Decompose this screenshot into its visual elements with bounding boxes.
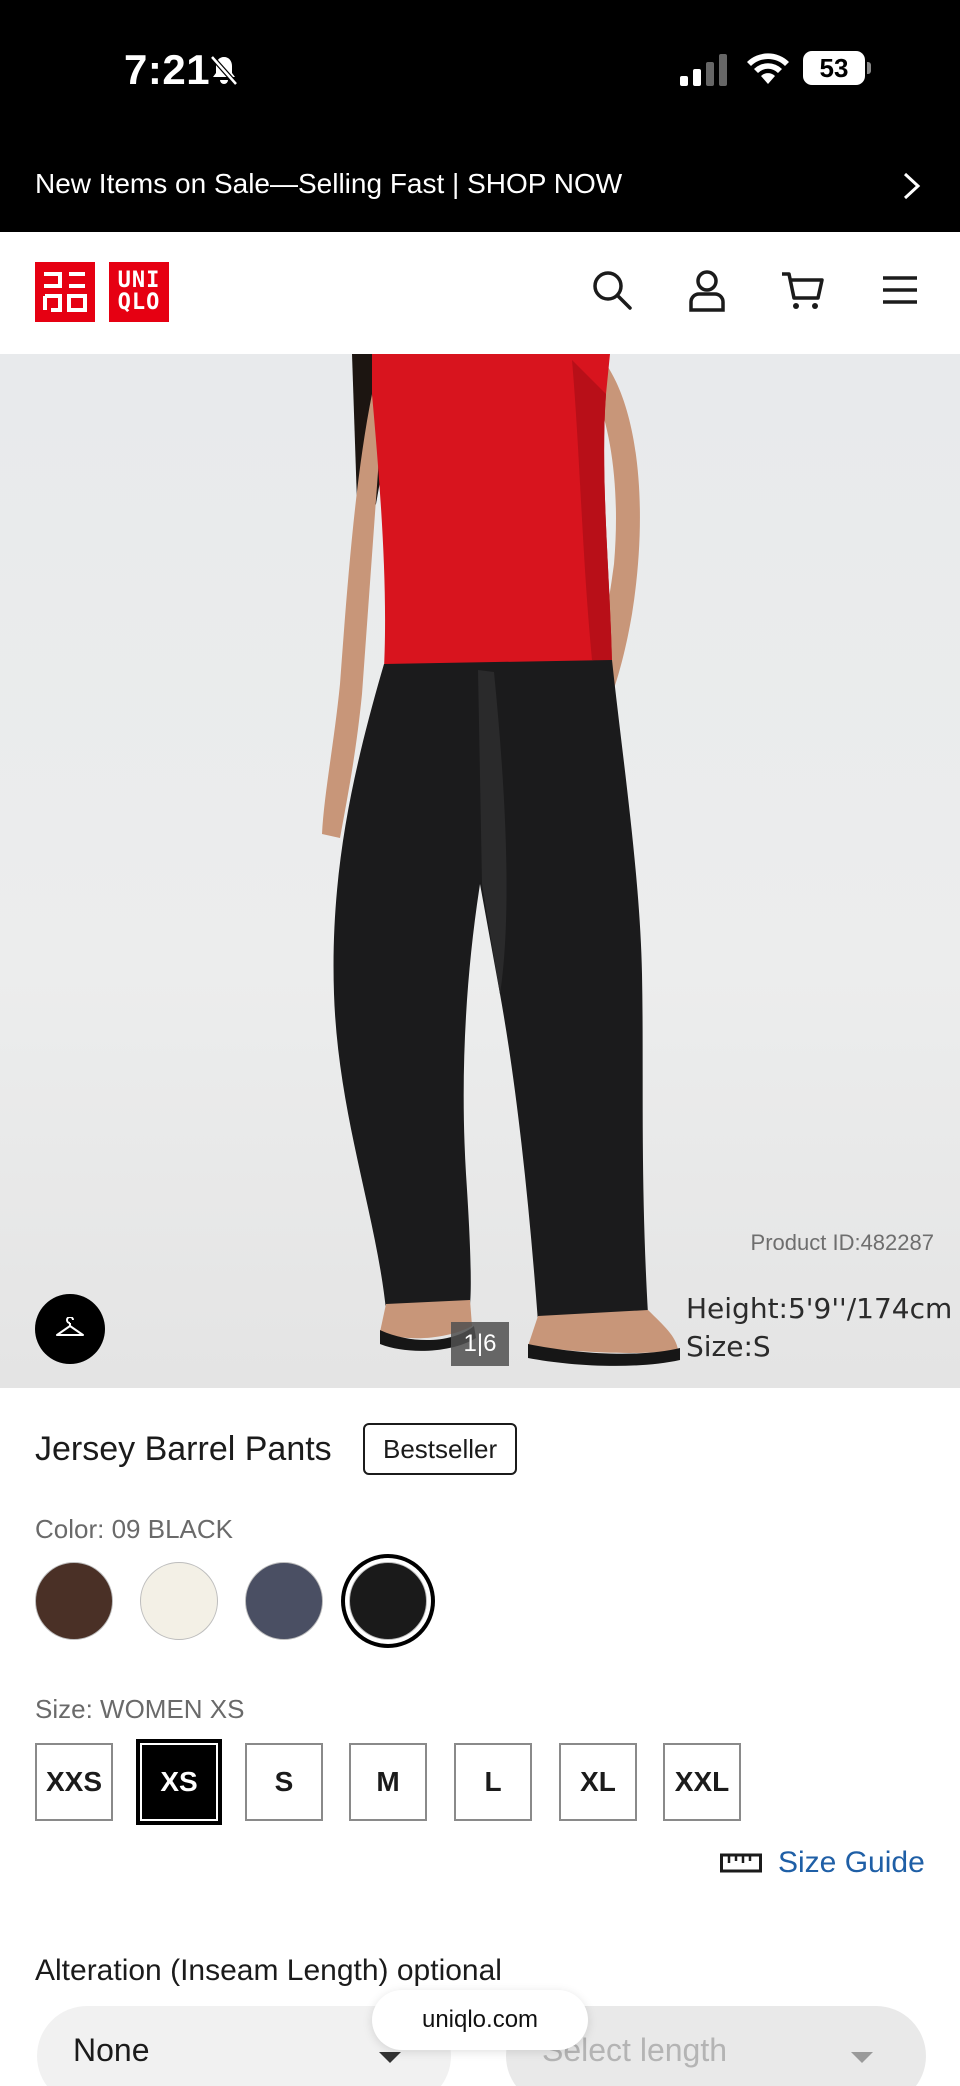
size-guide-label[interactable]: Size Guide [778, 1846, 925, 1880]
product-image[interactable]: Product ID:482287 Height:5'9''/174cm Siz… [0, 354, 960, 1388]
color-swatch-off-white[interactable] [140, 1562, 218, 1640]
model-height: Height:5'9''/174cm [686, 1292, 953, 1325]
image-counter: 1|6 [451, 1322, 509, 1366]
try-on-button[interactable] [35, 1294, 105, 1364]
promo-text[interactable]: New Items on Sale—Selling Fast | SHOP NO… [35, 168, 622, 200]
account-icon[interactable] [685, 268, 729, 312]
menu-icon[interactable] [878, 268, 922, 312]
alteration-label: Alteration (Inseam Length) optional [35, 1954, 502, 1987]
alteration-select-value: None [73, 2032, 150, 2068]
bell-off-icon [210, 55, 238, 86]
bestseller-badge: Bestseller [363, 1423, 518, 1475]
battery-icon: 53 [803, 51, 871, 85]
product-id: Product ID:482287 [750, 1230, 934, 1255]
logo-latin-bottom: QLO [117, 290, 161, 315]
color-swatch-black[interactable] [349, 1562, 427, 1640]
size-label: Size: WOMEN XS [35, 1694, 245, 1724]
chevron-right-icon[interactable] [900, 162, 924, 210]
battery-level: 53 [803, 51, 865, 85]
hanger-icon [56, 1317, 84, 1336]
status-bar: 7:21 53 [0, 0, 960, 142]
signal-icon [680, 54, 727, 86]
color-swatch-navy-gray[interactable] [245, 1562, 323, 1640]
site-header: UNI QLO [0, 232, 960, 354]
logo-latin-top: UNI [117, 268, 161, 293]
size-option-xl[interactable]: XL [559, 1743, 637, 1821]
cart-icon[interactable] [780, 268, 824, 312]
logo-latin-box: UNI QLO [109, 262, 169, 322]
color-label: Color: 09 BLACK [35, 1514, 233, 1544]
browser-url-pill[interactable]: uniqlo.com [372, 1990, 588, 2050]
status-time: 7:21 [124, 46, 211, 93]
size-guide-link[interactable]: Size Guide [720, 1846, 925, 1880]
size-option-s[interactable]: S [245, 1743, 323, 1821]
product-title: Jersey Barrel Pants [35, 1430, 332, 1468]
size-option-xxl[interactable]: XXL [663, 1743, 741, 1821]
model-size: Size:S [686, 1330, 771, 1363]
battery-cap [867, 62, 871, 74]
uniqlo-logo[interactable]: UNI QLO [35, 262, 169, 322]
logo-kana-box [35, 262, 95, 322]
search-icon[interactable] [590, 268, 634, 312]
size-option-m[interactable]: M [349, 1743, 427, 1821]
wifi-icon [747, 53, 789, 84]
color-swatch-brown[interactable] [35, 1562, 113, 1640]
model-right-foot [528, 1310, 678, 1353]
promo-banner[interactable]: New Items on Sale—Selling Fast | SHOP NO… [0, 142, 960, 232]
logo-kana-glyphs [43, 272, 87, 312]
chevron-down-icon [379, 2052, 401, 2063]
size-option-xs[interactable]: XS [140, 1743, 218, 1821]
ruler-icon [720, 1853, 762, 1873]
size-option-xxs[interactable]: XXS [35, 1743, 113, 1821]
chevron-down-icon [851, 2052, 873, 2063]
size-option-l[interactable]: L [454, 1743, 532, 1821]
